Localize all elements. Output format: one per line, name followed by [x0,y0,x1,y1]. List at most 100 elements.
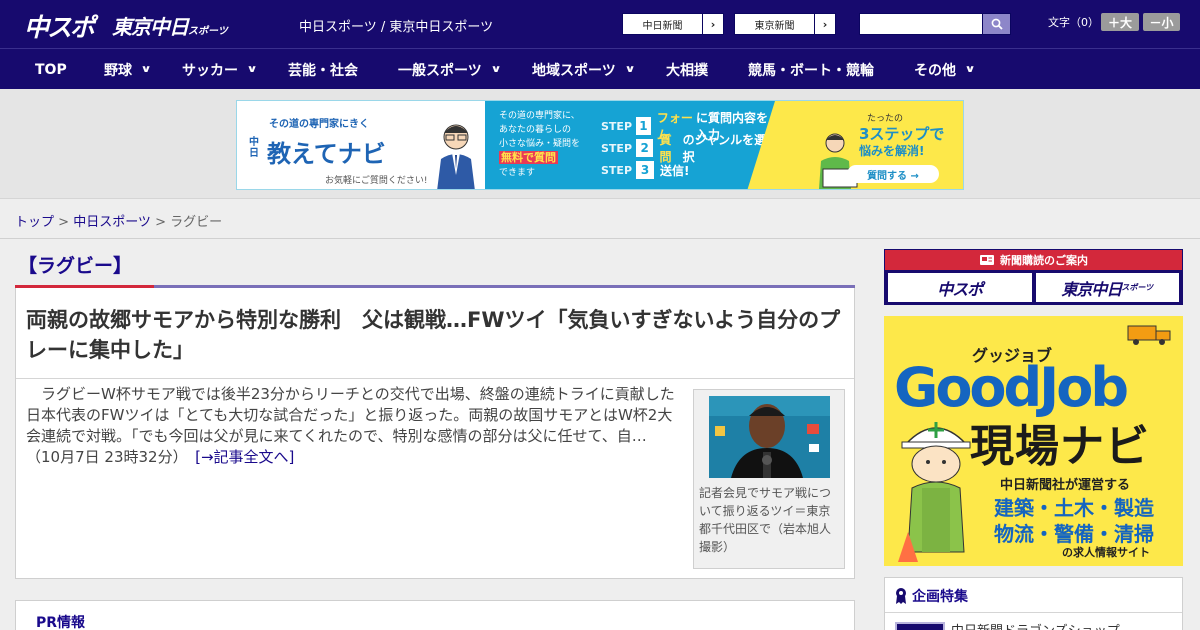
nav-racing[interactable]: 競馬・ボート・競輪 [748,49,874,90]
nav-other[interactable]: その他 ∨ [914,49,976,90]
banner-tagline: その道の専門家にきく [269,119,369,130]
search-button[interactable] [982,13,1011,35]
step-text: 送信! [660,163,690,178]
font-size-up-button[interactable]: ＋大 [1101,13,1139,31]
feature-divider [885,612,1182,613]
breadcrumb-top-link[interactable]: トップ [15,215,54,230]
banner-desc-line: その道の専門家に、 [499,111,580,121]
feature-thumbnail[interactable] [895,622,945,630]
chevron-right-icon: › [710,17,716,31]
step-label: STEP [601,119,633,133]
feature-item-link[interactable]: 中日新聞ドラゴンズショップ [951,620,1120,630]
ask-question-button[interactable]: 質問する → [847,165,939,183]
subscribe-logo-suffix: スポーツ [1121,283,1154,292]
main-nav: TOP 野球 ∨ サッカー ∨ 芸能・社会 一般スポーツ ∨ 地域スポーツ ∨ 大相撲 … [0,48,1200,89]
font-size-down-button[interactable]: －小 [1143,13,1180,31]
banner-desc-highlight: 無料で質問 [499,151,558,164]
subscribe-tokyo-link[interactable]: 東京中日 スポーツ [1035,273,1179,302]
nav-sumo[interactable]: 大相撲 [666,49,708,90]
banner-desc-line: あなたの暮らしの [499,125,572,135]
chunichi-shimbun-link[interactable]: 中日新聞 › [622,13,724,35]
nav-soccer[interactable]: サッカー ∨ [182,49,258,90]
step-label: STEP [601,141,633,155]
tokyo-shimbun-label: 東京新聞 [735,14,815,34]
step-number: 2 [636,139,654,157]
subscription-box[interactable]: 新聞購読のご案内 中スポ 東京中日 スポーツ [884,249,1183,305]
subscription-header: 新聞購読のご案内 [885,250,1182,270]
nav-local-sports[interactable]: 地域スポーツ ∨ [532,49,636,90]
nav-label: 大相撲 [666,62,708,79]
goodjob-line4: の求人情報サイト [1062,546,1150,559]
nav-label: TOP [35,61,67,78]
search-input[interactable] [859,13,983,35]
subscribe-chuspo-link[interactable]: 中スポ [888,273,1032,302]
article-lead-text: ラグビーW杯サモア戦では後半23分からリーチとの交代で出場、終盤の連続トライに貢… [26,385,675,466]
breadcrumb-separator: > [54,215,74,230]
nav-label: 地域スポーツ [532,62,616,79]
headline-divider [16,378,854,379]
banner-brand-prefix: 中日 [249,137,259,159]
article-lead: ラグビーW杯サモア戦では後半23分からリーチとの交代で出場、終盤の連続トライに貢… [26,384,678,468]
font-size-label: 文字（0） [1048,16,1099,29]
goodjob-ad[interactable]: グッジョブ GoodJob 現場ナビ 中日新聞社が運営する 建築・土木・製造 物… [884,316,1183,566]
search-icon [991,18,1003,30]
banner-brand-panel: その道の専門家にきく 中日 教えてナビ お気軽にご質問ください! [237,101,485,189]
chunichi-shimbun-label: 中日新聞 [623,14,703,34]
nav-label: 芸能・社会 [288,62,358,79]
category-title: 【ラグビー】 [18,255,133,277]
nav-label: その他 [914,62,956,79]
subscription-title: 新聞購読のご案内 [1000,254,1088,267]
oshiete-navi-banner[interactable]: その道の専門家にきく 中日 教えてナビ お気軽にご質問ください! その道の専門家… [236,100,964,190]
read-more-link[interactable]: [→記事全文へ] [195,448,294,466]
truck-icon [1127,325,1171,345]
banner-description: その道の専門家に、 あなたの暮らしの 小さな悩み・疑問を 無料で質問 できます [499,109,593,180]
article-photo-box: 記者会見でサモア戦について振り返るツイ＝東京都千代田区で（岩本旭人撮影） [693,389,845,569]
step-label: STEP [601,163,633,177]
banner-steps-panel: その道の専門家に、 あなたの暮らしの 小さな悩み・疑問を 無料で質問 できます … [485,101,775,189]
breadcrumb-current: ラグビー [170,215,223,230]
nav-label: 野球 [104,62,132,79]
nav-label: 競馬・ボート・競輪 [748,62,874,79]
banner-brand: 教えてナビ [267,140,386,168]
breadcrumb: トップ > 中日スポーツ > ラグビー [15,211,222,230]
article-headline[interactable]: 両親の故郷サモアから特別な勝利 父は観戦…FWツイ「気負いすぎないよう自分のプレ… [26,305,852,365]
chevron-down-icon: ∨ [624,64,636,75]
construction-worker-icon [898,422,971,562]
goodjob-line1: 中日新聞社が運営する [1000,478,1131,493]
goodjob-subtitle: 現場ナビ [970,421,1150,472]
top-header: 中スポ 東京中日スポーツ 中日スポーツ / 東京中日スポーツ 中日新聞 › 東京… [0,0,1200,48]
breadcrumb-separator: > [150,215,171,230]
newspaper-icon [980,255,994,265]
tokyo-chunichi-logo[interactable]: 東京中日スポーツ [112,11,228,40]
site-title: 中日スポーツ / 東京中日スポーツ [299,20,494,35]
banner-desc-line: 小さな悩み・疑問を [499,139,581,149]
goodjob-line2: 建築・土木・製造 [994,496,1154,520]
ribbon-icon [896,588,906,604]
nav-general-sports[interactable]: 一般スポーツ ∨ [398,49,502,90]
cta-big-text: 3ステップで [859,125,945,143]
chevron-down-icon: ∨ [490,64,502,75]
tokyo-logo-suffix: スポーツ [188,26,228,37]
chevron-right-icon: › [822,17,828,31]
nav-label: 一般スポーツ [398,62,482,79]
chuspo-logo[interactable]: 中スポ [24,8,95,44]
ad-area: その道の専門家にきく 中日 教えてナビ お気軽にご質問ください! その道の専門家… [0,89,1200,199]
feature-title: 企画特集 [895,586,968,606]
cta-big-text-2: 悩みを解消! [859,144,925,158]
pr-title: PR情報 [36,615,86,630]
chevron-down-icon: ∨ [140,64,152,75]
chevron-down-icon: ∨ [246,64,258,75]
subscription-logos: 中スポ 東京中日 スポーツ [885,270,1182,305]
tokyo-logo-text: 東京中日 [112,15,189,39]
nav-top[interactable]: TOP [35,49,67,90]
nav-baseball[interactable]: 野球 ∨ [104,49,152,90]
breadcrumb-divider [0,238,1200,239]
step-number: 3 [636,161,655,179]
breadcrumb-chunichi-link[interactable]: 中日スポーツ [73,215,151,230]
tokyo-shimbun-link[interactable]: 東京新聞 › [734,13,836,35]
subscribe-logo-text: 中スポ [937,279,983,299]
article-photo[interactable] [709,396,830,478]
nav-entertainment[interactable]: 芸能・社会 [288,49,358,90]
expert-illustration-icon [437,124,475,189]
subscribe-logo-text: 東京中日 [1061,279,1122,299]
